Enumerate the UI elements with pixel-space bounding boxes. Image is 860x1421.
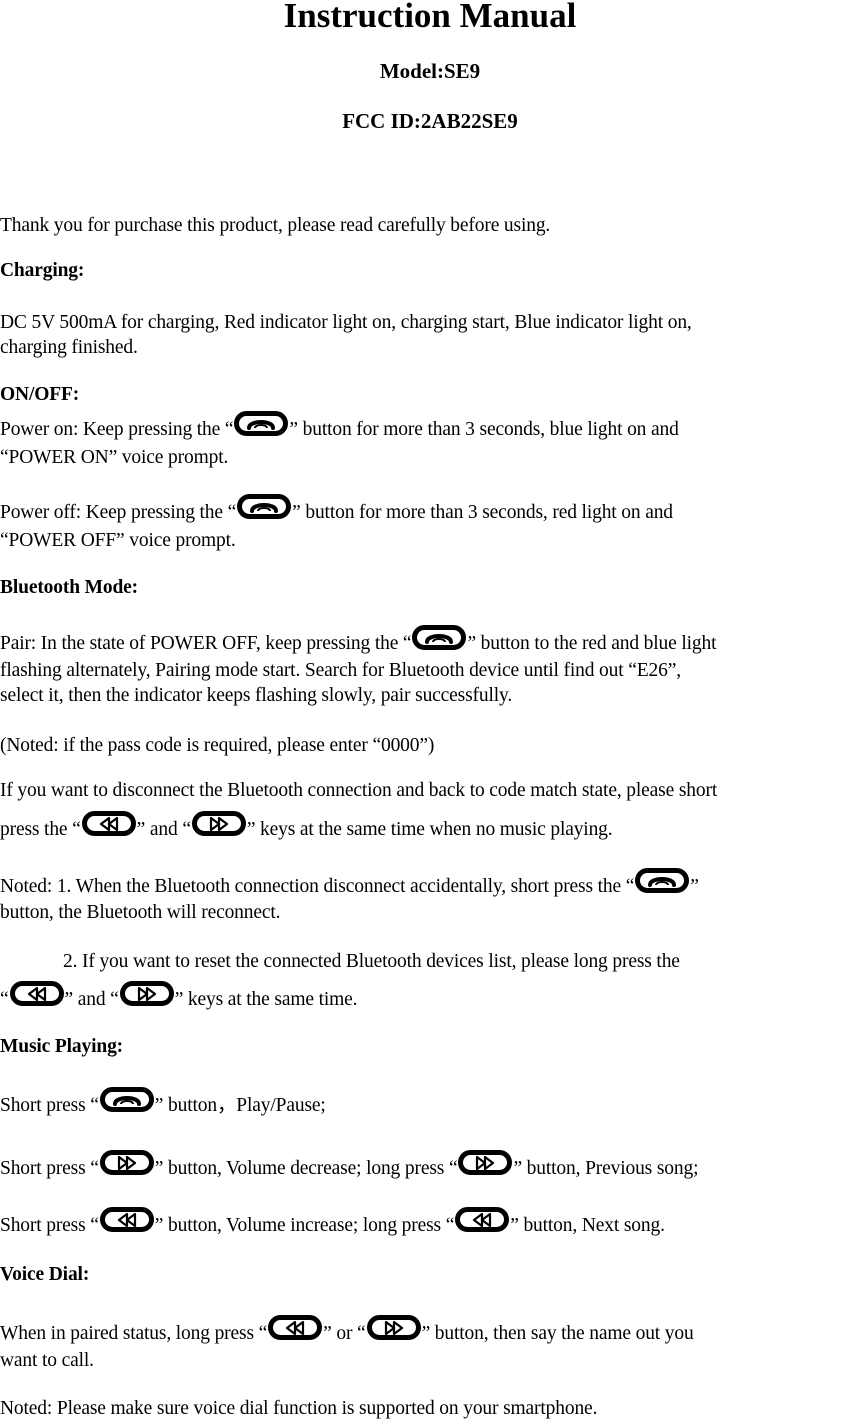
text-segment: press the “ [0, 819, 81, 840]
charging-text-line1: DC 5V 500mA for charging, Red indicator … [0, 312, 692, 333]
reset-note-line1: 2. If you want to reset the connected Bl… [63, 951, 680, 972]
text-segment: ” button, Next song. [510, 1215, 665, 1236]
text-segment: Short press “ [0, 1095, 99, 1116]
voice-dial-note: Noted: Please make sure voice dial funct… [0, 1398, 598, 1419]
fcc-id: FCC ID:2AB22SE9 [342, 109, 518, 133]
text-segment: Power on: Keep pressing the “ [0, 419, 234, 440]
text-segment: ” button to the red and blue light [467, 633, 717, 654]
fast-forward-icon [458, 1150, 513, 1176]
text-segment: ” button, Volume decrease; long press “ [154, 1158, 458, 1179]
model-number: Model:SE9 [379, 59, 481, 83]
phone-handset-icon [234, 411, 289, 437]
power-off-instruction: Power off: Keep pressing the “ ” button f… [0, 494, 673, 526]
fast-forward-icon [191, 811, 246, 837]
volume-decrease-instruction: Short press “ ” button, Volume decrease; … [0, 1150, 699, 1182]
play-pause-instruction: Short press “ ” button，Play/Pause; [0, 1087, 326, 1119]
text-segment: ” button, Previous song; [513, 1158, 699, 1179]
text-segment: ” keys at the same time when no music pl… [246, 819, 613, 840]
fast-forward-icon [119, 981, 174, 1007]
text-segment: When in paired status, long press “ [0, 1323, 268, 1344]
disconnect-text-line1: If you want to disconnect the Bluetooth … [0, 780, 718, 801]
text-segment: ” [690, 876, 699, 897]
phone-handset-icon [99, 1087, 154, 1113]
text-segment: ” button，Play/Pause; [154, 1095, 326, 1116]
onoff-heading: ON/OFF: [0, 384, 80, 405]
reconnect-note-line2: button, the Bluetooth will reconnect. [0, 902, 281, 923]
text-segment: ” button, then say the name out you [421, 1323, 694, 1344]
music-heading: Music Playing: [0, 1036, 124, 1057]
pair-text-line3: select it, then the indicator keeps flas… [0, 685, 513, 706]
voice-dial-instruction: When in paired status, long press “ ” or … [0, 1315, 694, 1347]
charging-text-line2: charging finished. [0, 337, 138, 358]
disconnect-text-line2: press the “ ” and “ ” keys at the same tim… [0, 811, 613, 843]
power-on-instruction: Power on: Keep pressing the “ ” button fo… [0, 411, 679, 443]
volume-increase-instruction: Short press “ ” button, Volume increase; … [0, 1207, 665, 1239]
reset-note-line2: “ ” and “ ” keys at the same time. [0, 981, 358, 1013]
text-segment: ” button for more than 3 seconds, blue l… [289, 419, 679, 440]
passcode-note: (Noted: if the pass code is required, pl… [0, 735, 435, 756]
fast-forward-icon [99, 1150, 154, 1176]
voice-dial-heading: Voice Dial: [0, 1264, 90, 1285]
rewind-icon [455, 1207, 510, 1233]
charging-heading: Charging: [0, 260, 85, 281]
text-segment: ” button, Volume increase; long press “ [154, 1215, 455, 1236]
power-off-prompt: “POWER OFF” voice prompt. [0, 530, 236, 551]
pair-instruction: Pair: In the state of POWER OFF, keep pr… [0, 625, 717, 657]
power-on-prompt: “POWER ON” voice prompt. [0, 447, 229, 468]
text-segment: ” and “ [64, 989, 119, 1010]
rewind-icon [81, 811, 136, 837]
rewind-icon [99, 1207, 154, 1233]
document-title: Instruction Manual [283, 0, 577, 35]
text-segment: ” keys at the same time. [174, 989, 358, 1010]
phone-handset-icon [412, 625, 467, 651]
text-segment: Power off: Keep pressing the “ [0, 502, 237, 523]
text-segment: ” and “ [136, 819, 191, 840]
voice-dial-line2: want to call. [0, 1350, 94, 1371]
text-segment: Pair: In the state of POWER OFF, keep pr… [0, 633, 412, 654]
text-segment: ” button for more than 3 seconds, red li… [292, 502, 673, 523]
fast-forward-icon [366, 1315, 421, 1341]
text-segment: Short press “ [0, 1158, 99, 1179]
text-segment: “ [0, 989, 9, 1010]
text-segment: Noted: 1. When the Bluetooth connection … [0, 876, 635, 897]
text-segment: ” or “ [323, 1323, 366, 1344]
reconnect-note: Noted: 1. When the Bluetooth connection … [0, 868, 699, 900]
pair-text-line2: flashing alternately, Pairing mode start… [0, 660, 681, 681]
phone-handset-icon [635, 868, 690, 894]
text-segment: Short press “ [0, 1215, 99, 1236]
phone-handset-icon [237, 494, 292, 520]
rewind-icon [9, 981, 64, 1007]
bluetooth-heading: Bluetooth Mode: [0, 577, 139, 598]
rewind-icon [268, 1315, 323, 1341]
intro-text: Thank you for purchase this product, ple… [0, 215, 551, 236]
